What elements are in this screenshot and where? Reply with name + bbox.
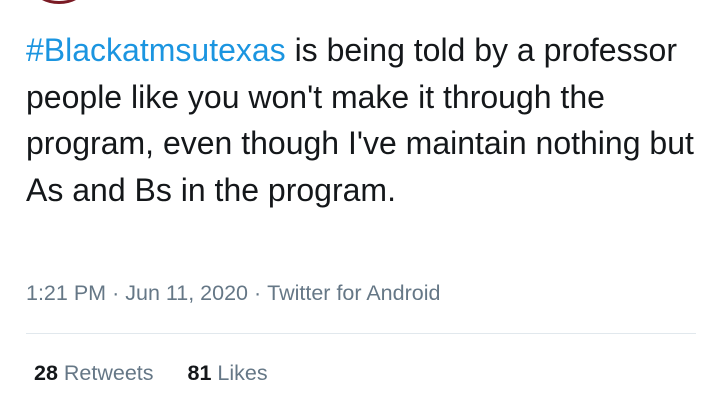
meta-separator: · (112, 281, 120, 305)
likes-count: 81 (187, 361, 212, 385)
meta-separator: · (253, 281, 262, 305)
tweet-stats: 28 Retweets 81 Likes (34, 361, 296, 386)
tweet-source[interactable]: Twitter for Android (267, 281, 440, 305)
tweet-time[interactable]: 1:21 PM (26, 281, 106, 305)
retweets-stat[interactable]: 28 Retweets (34, 361, 154, 386)
tweet-date[interactable]: Jun 11, 2020 (125, 281, 248, 305)
likes-stat[interactable]: 81 Likes (188, 361, 268, 386)
retweets-count: 28 (34, 361, 58, 385)
hashtag-link[interactable]: #Blackatmsutexas (26, 32, 286, 68)
tweet-detail: #Blackatmsutexas is being told by a prof… (0, 0, 720, 402)
divider (26, 333, 696, 334)
tweet-text: #Blackatmsutexas is being told by a prof… (26, 27, 698, 213)
avatar[interactable] (34, 0, 84, 4)
tweet-meta: 1:21 PM · Jun 11, 2020 · Twitter for Android (26, 281, 440, 306)
likes-label: Likes (217, 361, 268, 385)
retweets-label: Retweets (63, 361, 154, 385)
